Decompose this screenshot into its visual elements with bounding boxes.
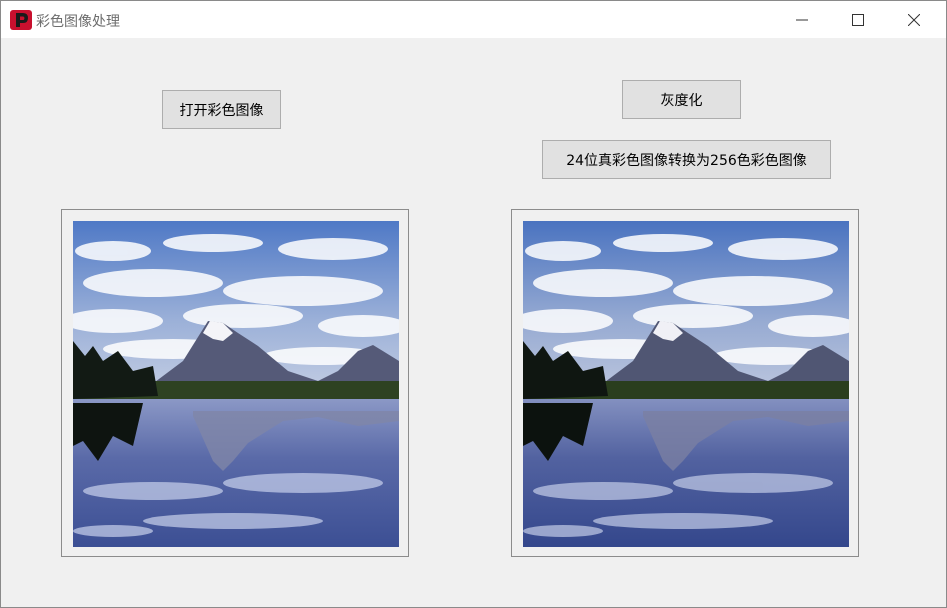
close-button[interactable] <box>891 1 937 38</box>
app-window: 彩色图像处理 打开彩色图像 灰度化 24位真彩色图像转换为256色彩色图像 <box>0 0 947 608</box>
title-bar[interactable]: 彩色图像处理 <box>1 1 946 38</box>
maximize-button[interactable] <box>835 1 881 38</box>
minimize-button[interactable] <box>779 1 825 38</box>
minimize-icon <box>796 19 808 21</box>
maximize-icon <box>852 14 864 26</box>
convert-to-256-color-button[interactable]: 24位真彩色图像转换为256色彩色图像 <box>542 140 831 179</box>
grayscale-button[interactable]: 灰度化 <box>622 80 741 119</box>
open-color-image-button[interactable]: 打开彩色图像 <box>162 90 281 129</box>
processed-mountain-lake-image <box>523 221 849 547</box>
original-mountain-lake-image <box>73 221 399 547</box>
original-image-panel <box>61 209 409 557</box>
window-title: 彩色图像处理 <box>36 14 120 30</box>
processed-image-panel <box>511 209 859 557</box>
p-logo-icon <box>10 10 32 30</box>
close-icon <box>908 14 920 26</box>
